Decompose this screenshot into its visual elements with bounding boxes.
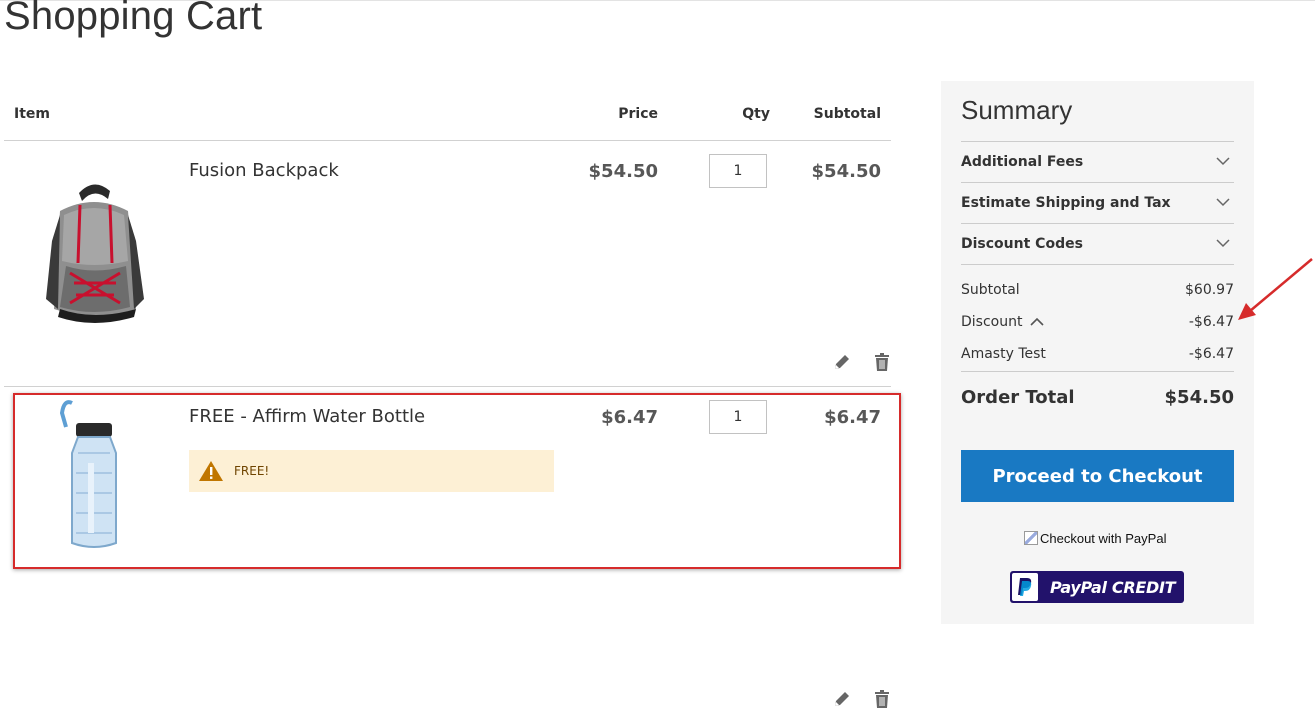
summary-title: Summary <box>961 95 1073 125</box>
amasty-value: -$6.47 <box>1188 346 1234 362</box>
highlight-box <box>13 393 901 569</box>
summary-divider <box>961 371 1234 372</box>
subtotal-label: Subtotal <box>961 282 1020 298</box>
order-total-label: Order Total <box>961 387 1075 408</box>
column-header-subtotal: Subtotal <box>813 106 881 122</box>
chevron-down-icon <box>1216 157 1230 166</box>
product-name[interactable]: Fusion Backpack <box>189 160 339 181</box>
trash-icon[interactable] <box>872 352 892 372</box>
paypal-credit-label: PayPal CREDIT <box>1050 577 1176 597</box>
accordion-label: Estimate Shipping and Tax <box>961 195 1171 211</box>
discount-label: Discount <box>961 314 1023 330</box>
order-summary: Summary Additional Fees Estimate Shippin… <box>941 81 1254 624</box>
product-price: $54.50 <box>588 161 658 182</box>
accordion-label: Discount Codes <box>961 236 1083 252</box>
cart-table: Item Price Qty Subtotal Fusion Backpack … <box>4 90 901 708</box>
subtotal-value: $60.97 <box>1185 282 1234 298</box>
trash-icon[interactable] <box>872 689 892 709</box>
order-total-value: $54.50 <box>1164 387 1234 408</box>
pencil-icon[interactable] <box>832 352 852 372</box>
discount-value: -$6.47 <box>1188 314 1234 330</box>
paypal-logo-icon <box>1012 573 1038 601</box>
page-title: Shopping Cart <box>4 0 263 38</box>
paypal-checkout-image[interactable]: Checkout with PayPal <box>1024 530 1166 546</box>
proceed-to-checkout-button[interactable]: Proceed to Checkout <box>961 450 1234 502</box>
accordion-discount-codes[interactable]: Discount Codes <box>961 224 1234 264</box>
column-header-qty: Qty <box>742 106 770 122</box>
row-subtotal: $54.50 <box>811 161 881 182</box>
column-header-item: Item <box>14 106 50 122</box>
accordion-estimate-shipping[interactable]: Estimate Shipping and Tax <box>961 183 1234 223</box>
accordion-additional-fees[interactable]: Additional Fees <box>961 142 1234 182</box>
paypal-alt-text: Checkout with PayPal <box>1040 530 1167 546</box>
pencil-icon[interactable] <box>832 689 852 709</box>
paypal-credit-button[interactable]: PayPal CREDIT <box>1010 571 1184 603</box>
annotation-arrow-icon <box>1238 258 1313 320</box>
chevron-up-icon[interactable] <box>1030 317 1045 327</box>
backpack-image[interactable] <box>24 171 164 331</box>
amasty-label: Amasty Test <box>961 346 1046 362</box>
chevron-down-icon <box>1216 198 1230 207</box>
column-header-price: Price <box>618 106 658 122</box>
chevron-down-icon <box>1216 239 1230 248</box>
broken-image-icon <box>1024 531 1038 545</box>
accordion-label: Additional Fees <box>961 154 1084 170</box>
summary-divider <box>961 264 1234 265</box>
cart-item-row: Fusion Backpack $54.50 $54.50 <box>4 141 891 386</box>
qty-input[interactable] <box>709 154 767 188</box>
